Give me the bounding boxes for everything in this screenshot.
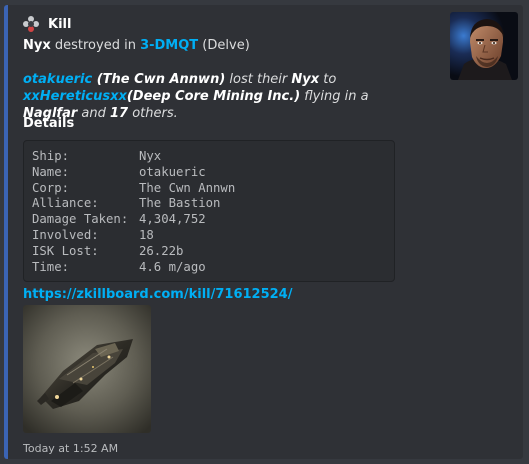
victim-link[interactable]: otakueric [23,72,92,87]
description-text: flying in a [300,89,369,104]
detail-key: Ship: [32,149,70,163]
description-text: others. [128,106,178,121]
detail-value: otakueric [139,164,206,179]
system-link[interactable]: 3-DMQT [140,38,198,53]
embed-author: Kill [23,15,71,33]
detail-row: Alliance: The Bastion [32,196,386,212]
detail-key: ISK Lost: [32,243,99,258]
region-name: (Delve) [198,38,250,53]
victim-ship-name: Nyx [23,38,51,53]
victim-corp: (The Cwn Annwn) [92,72,226,87]
description-text: lost their [225,72,292,87]
attacker-link[interactable]: xxHereticusxx [23,89,127,104]
detail-value: 4.6 m/ago [139,259,206,274]
others-count: 17 [110,106,129,121]
detail-key: Name: [32,164,70,179]
embed-title: Nyx destroyed in 3-DMQT (Delve) [23,38,250,53]
detail-row: Corp: The Cwn Annwn [32,181,386,197]
title-verb: destroyed in [50,38,141,53]
detail-value: The Cwn Annwn [139,180,236,195]
details-heading: Details [23,116,75,131]
detail-key: Alliance: [32,196,99,211]
detail-value: The Bastion [139,196,221,211]
lost-ship: Nyx [291,72,320,87]
detail-row: Time: 4.6 m/ago [32,260,386,276]
detail-key: Damage Taken: [32,212,129,227]
detail-key: Time: [32,259,70,274]
embed-author-name: Kill [48,16,72,32]
ship-render-image[interactable] [23,305,151,433]
detail-value: 26.22b [139,243,184,258]
zkillboard-link[interactable]: https://zkillboard.com/kill/71612524/ [23,287,292,302]
target-icon [23,16,39,32]
description-text: and [77,106,110,121]
attacker-corp: (Deep Core Mining Inc.) [126,89,301,104]
detail-key: Involved: [32,227,99,242]
embed-description: otakueric (The Cwn Annwn) lost their Nyx… [23,71,423,122]
details-codeblock: Ship: Nyx Name: otakueric Corp: The Cwn Ann… [23,140,395,282]
detail-value: 18 [139,227,154,242]
detail-row: Ship: Nyx [32,149,386,165]
detail-row: Name: otakueric [32,165,386,181]
detail-row: ISK Lost: 26.22b [32,244,386,260]
detail-value: Nyx [139,149,162,163]
detail-value: 4,304,752 [139,212,206,227]
kill-embed: Kill Nyx destroyed in 3-DMQT (Delve) ota… [4,5,523,459]
message-timestamp: Today at 1:52 AM [23,442,119,455]
detail-row: Damage Taken: 4,304,752 [32,212,386,228]
description-text: to [319,72,337,87]
discord-message: Kill Nyx destroyed in 3-DMQT (Delve) ota… [0,0,529,464]
detail-row: Involved: 18 [32,228,386,244]
victim-portrait[interactable] [450,12,518,80]
detail-key: Corp: [32,180,70,195]
